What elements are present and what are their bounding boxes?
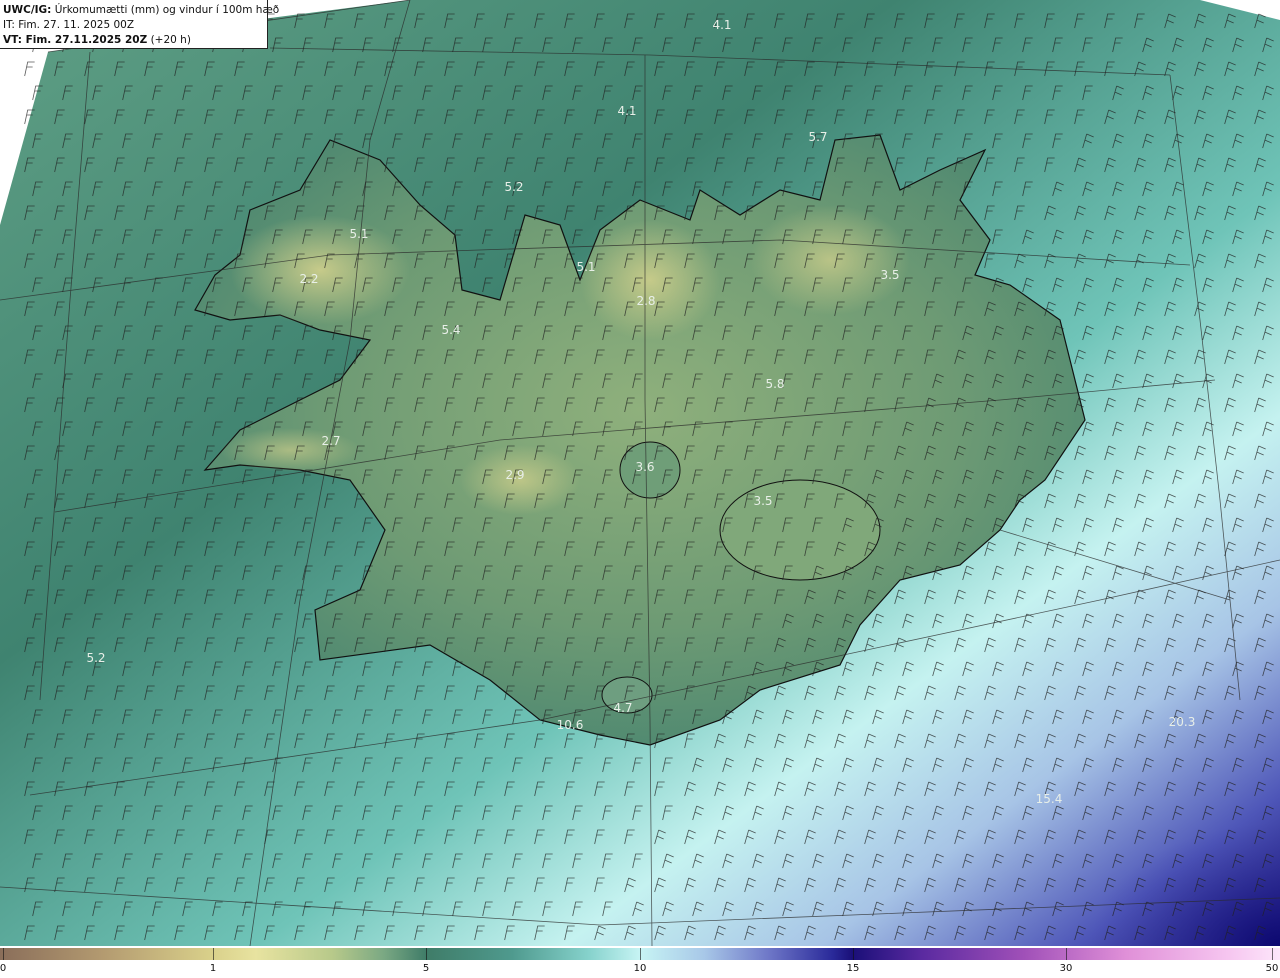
- colorbar-tick-label: 5: [422, 963, 430, 974]
- colorbar-tick: [213, 948, 214, 960]
- init-time: IT: Fim. 27. 11. 2025 00Z: [3, 19, 135, 31]
- map-value-label: 2.8: [636, 294, 655, 308]
- map-value-label: 4.1: [712, 18, 731, 32]
- map-value-label: 10.6: [557, 718, 584, 732]
- model-source: UWC/IG:: [3, 4, 52, 16]
- map-value-label: 5.2: [86, 651, 105, 665]
- map-value-label: 15.4: [1036, 792, 1063, 806]
- map-value-label: 20.3: [1169, 715, 1196, 729]
- colorbar-tick-label: 0: [0, 963, 7, 974]
- map-canvas: 4.1 4.1 5.7 5.2 5.1 5.1 2.2 3.5 2.8 5.4 5.8 2.7 3.6 2…: [0, 0, 1280, 946]
- colorbar-tick-label: 15: [846, 963, 860, 974]
- map-value-label: 4.7: [613, 701, 632, 715]
- map-value-label: 2.7: [321, 434, 340, 448]
- highland-north: [580, 220, 720, 340]
- colorbar-legend: 0 1 5 10 15 30 50: [0, 946, 1280, 978]
- forecast-map: 4.1 4.1 5.7 5.2 5.1 5.1 2.2 3.5 2.8 5.4 5.8 2.7 3.6 2…: [0, 0, 1280, 946]
- map-value-label: 4.1: [617, 104, 636, 118]
- map-header: UWC/IG: Úrkomumætti (mm) og vindur í 100…: [0, 0, 279, 49]
- map-value-label: 5.1: [349, 227, 368, 241]
- colorbar-tick: [3, 948, 4, 960]
- map-value-label: 5.2: [504, 180, 523, 194]
- lead-time: (+20 h): [150, 34, 191, 46]
- colorbar-tick: [640, 948, 641, 960]
- map-value-label: 5.8: [765, 377, 784, 391]
- heavy-precip-zone: [900, 700, 1280, 946]
- colorbar-tick-label: 50: [1265, 963, 1279, 974]
- colorbar-tick: [1272, 948, 1273, 960]
- map-value-label: 5.4: [441, 323, 460, 337]
- map-value-label: 2.2: [299, 272, 318, 286]
- map-value-label: 5.7: [808, 130, 827, 144]
- colorbar-tick-label: 10: [633, 963, 647, 974]
- colorbar-tick-label: 1: [209, 963, 217, 974]
- valid-time: VT: Fim. 27.11.2025 20Z: [3, 34, 148, 46]
- colorbar-tick-label: 30: [1059, 963, 1073, 974]
- glacier-vatnajokull: [719, 479, 881, 581]
- map-value-label: 2.9: [505, 468, 524, 482]
- highland-westfjords: [230, 215, 410, 325]
- map-title: Úrkomumætti (mm) og vindur í 100m hæð: [54, 4, 280, 16]
- wind-barb: [24, 61, 35, 77]
- colorbar-tick: [1066, 948, 1067, 960]
- map-value-label: 5.1: [576, 260, 595, 274]
- colorbar-tick: [426, 948, 427, 960]
- map-value-label: 3.5: [880, 268, 899, 282]
- highland-northeast: [750, 205, 910, 315]
- map-value-label: 3.6: [635, 460, 654, 474]
- map-value-label: 3.5: [753, 494, 772, 508]
- colorbar-tick: [853, 948, 854, 960]
